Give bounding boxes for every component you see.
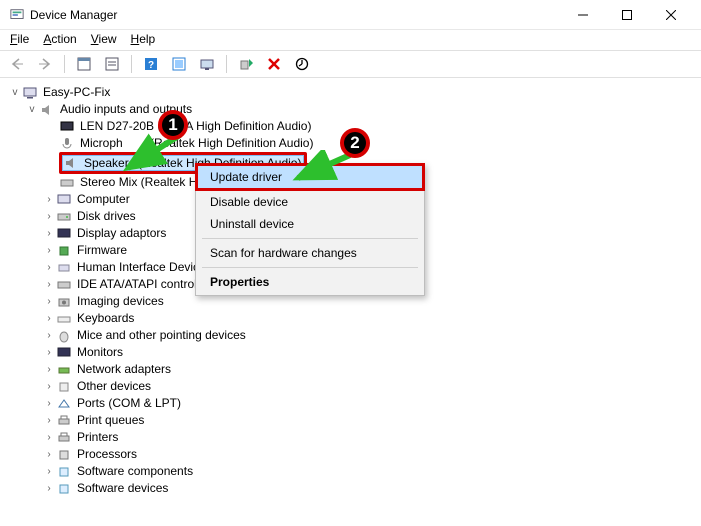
scan-hardware-icon[interactable] xyxy=(196,54,218,74)
category-print-queues[interactable]: ›Print queues xyxy=(8,412,697,429)
category-mice[interactable]: ›Mice and other pointing devices xyxy=(8,327,697,344)
category-keyboards[interactable]: ›Keyboards xyxy=(8,310,697,327)
keyboard-icon xyxy=(56,311,72,327)
hid-icon xyxy=(56,260,72,276)
other-icon xyxy=(56,379,72,395)
category-processors[interactable]: ›Processors xyxy=(8,446,697,463)
chip-icon xyxy=(56,243,72,259)
monitor-icon xyxy=(59,119,75,135)
software-icon xyxy=(56,464,72,480)
menu-help[interactable]: Help xyxy=(131,32,156,46)
back-button[interactable] xyxy=(6,54,28,74)
ctx-disable-device[interactable]: Disable device xyxy=(198,191,422,213)
app-icon xyxy=(10,8,24,22)
ide-icon xyxy=(56,277,72,293)
menu-file[interactable]: File xyxy=(10,32,29,46)
category-network[interactable]: ›Network adapters xyxy=(8,361,697,378)
ctx-properties[interactable]: Properties xyxy=(198,271,422,293)
printer-icon xyxy=(56,413,72,429)
ctx-separator xyxy=(202,267,418,268)
titlebar: Device Manager xyxy=(0,0,701,30)
microphone-icon xyxy=(59,136,75,152)
computer-icon xyxy=(56,192,72,208)
menu-action[interactable]: Action xyxy=(43,32,76,46)
toolbar-icon-4[interactable] xyxy=(168,54,190,74)
computer-icon xyxy=(22,85,38,101)
annotation-badge-2: 2 xyxy=(340,128,370,158)
update-driver-icon[interactable] xyxy=(235,54,257,74)
svg-text:?: ? xyxy=(148,60,154,71)
network-icon xyxy=(56,362,72,378)
forward-button[interactable] xyxy=(34,54,56,74)
maximize-button[interactable] xyxy=(605,1,649,29)
speaker-icon xyxy=(39,102,55,118)
ctx-separator xyxy=(202,238,418,239)
uninstall-icon[interactable] xyxy=(263,54,285,74)
display-icon xyxy=(56,226,72,242)
category-printers[interactable]: ›Printers xyxy=(8,429,697,446)
software-icon xyxy=(56,481,72,497)
toolbar-icon-1[interactable] xyxy=(73,54,95,74)
category-audio[interactable]: v Audio inputs and outputs xyxy=(8,101,697,118)
toolbar: ? xyxy=(0,50,701,78)
tree-root[interactable]: v Easy-PC-Fix xyxy=(8,84,697,101)
close-button[interactable] xyxy=(649,1,693,29)
minimize-button[interactable] xyxy=(561,1,605,29)
menubar: File Action View Help xyxy=(0,30,701,50)
port-icon xyxy=(56,396,72,412)
category-other[interactable]: ›Other devices xyxy=(8,378,697,395)
help-icon[interactable]: ? xyxy=(140,54,162,74)
category-software-devices[interactable]: ›Software devices xyxy=(8,480,697,497)
annotation-badge-1: 1 xyxy=(158,110,188,140)
ctx-uninstall-device[interactable]: Uninstall device xyxy=(198,213,422,235)
category-monitors[interactable]: ›Monitors xyxy=(8,344,697,361)
category-software-components[interactable]: ›Software components xyxy=(8,463,697,480)
stereo-icon xyxy=(59,175,75,191)
monitor-icon xyxy=(56,345,72,361)
disk-icon xyxy=(56,209,72,225)
speaker-icon xyxy=(63,155,79,171)
window-title: Device Manager xyxy=(30,8,117,22)
printer-icon xyxy=(56,430,72,446)
menu-view[interactable]: View xyxy=(91,32,117,46)
category-ports[interactable]: ›Ports (COM & LPT) xyxy=(8,395,697,412)
cpu-icon xyxy=(56,447,72,463)
disable-icon[interactable] xyxy=(291,54,313,74)
toolbar-icon-2[interactable] xyxy=(101,54,123,74)
camera-icon xyxy=(56,294,72,310)
ctx-scan-hardware[interactable]: Scan for hardware changes xyxy=(198,242,422,264)
mouse-icon xyxy=(56,328,72,344)
